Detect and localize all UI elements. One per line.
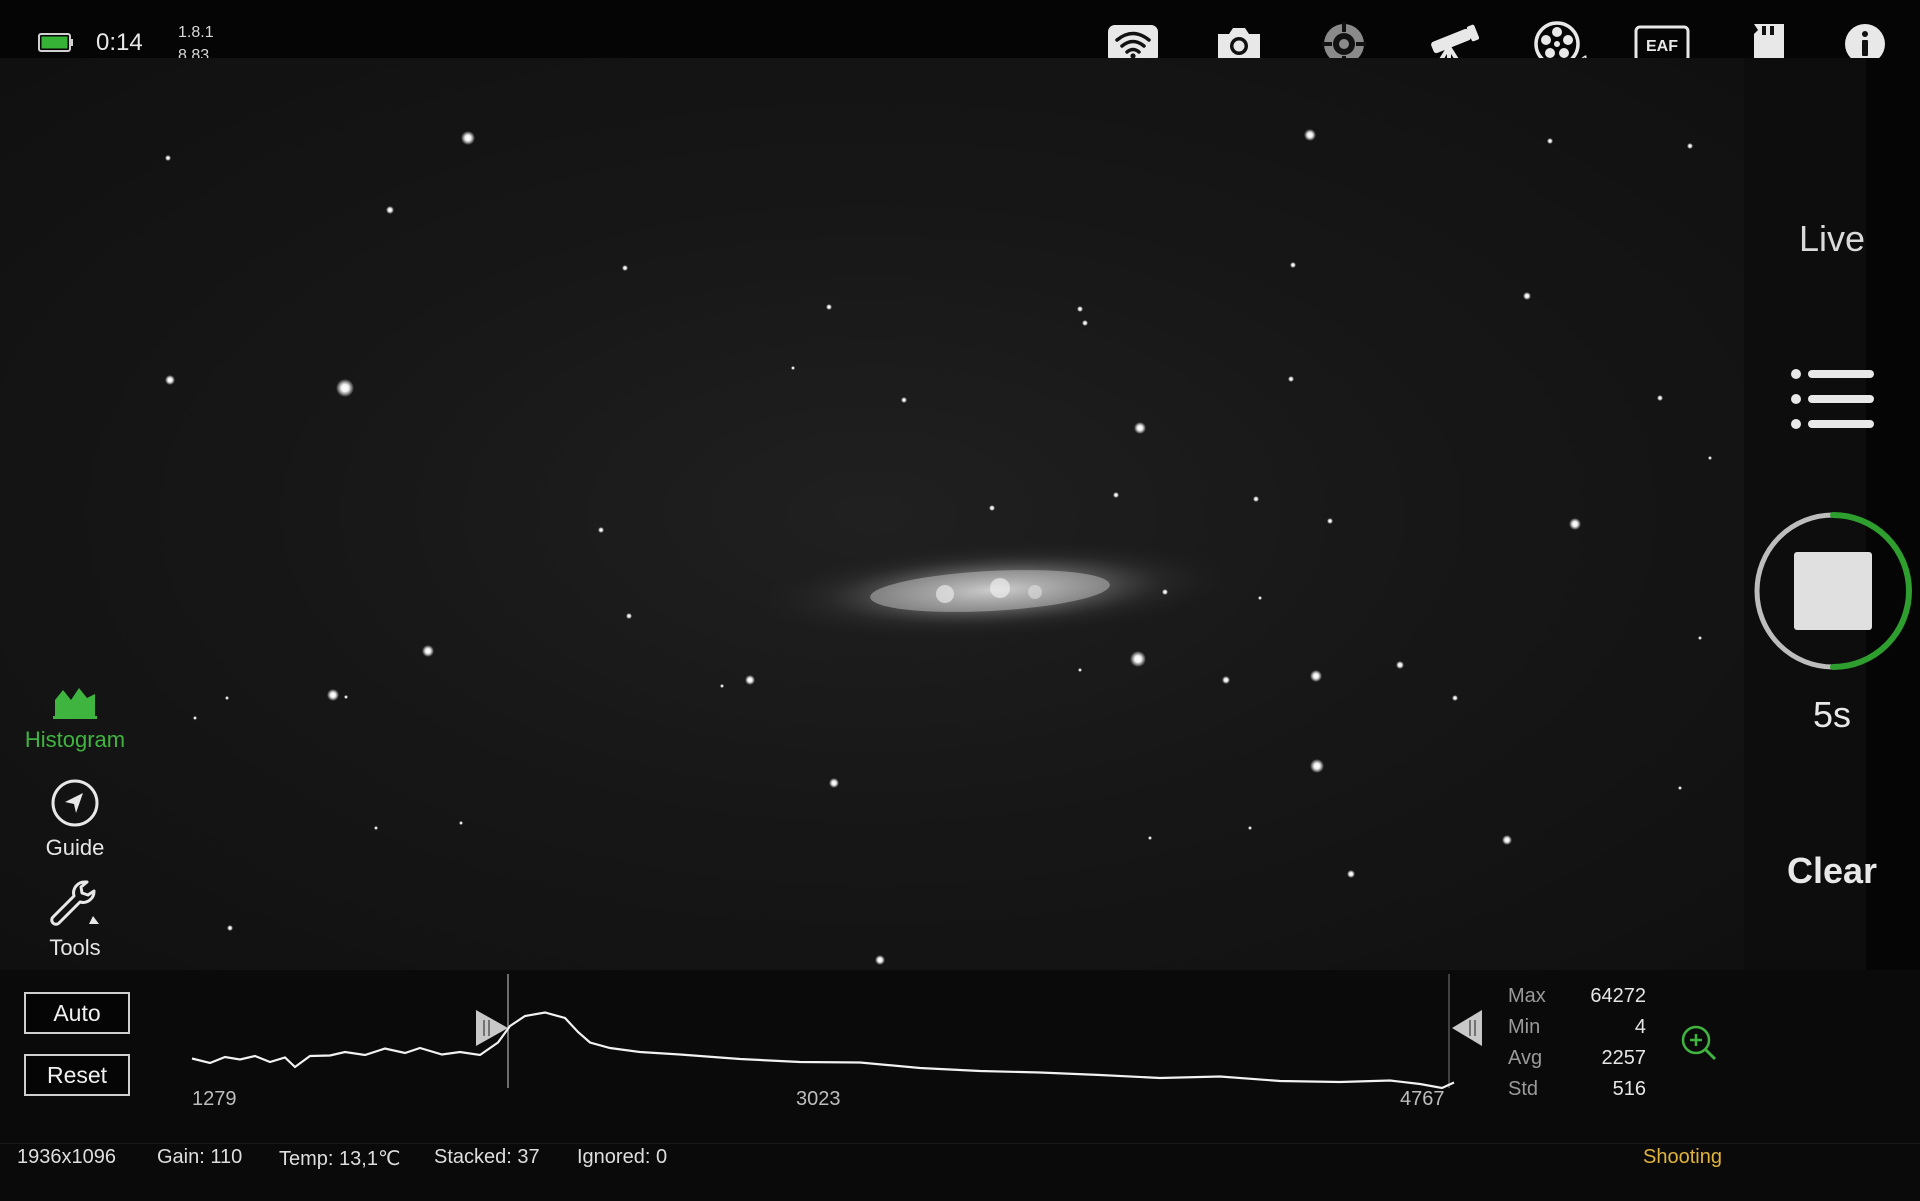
top-status-bar [0,0,1920,59]
star [336,379,354,397]
stat-std-label: Std [1508,1078,1539,1100]
list-menu-icon[interactable] [1788,364,1878,434]
star [1327,518,1333,524]
star [1077,306,1083,312]
histogram-axis-max: 4767 [1400,1088,1445,1110]
histogram-axis-mid: 3023 [796,1088,841,1110]
status-temperature: Temp: 13,1℃ [279,1148,401,1170]
star [1290,262,1296,268]
exposure-time[interactable]: 5s [1744,694,1920,736]
stat-avg-label: Avg [1508,1047,1543,1069]
stat-max-value: 64272 [1590,985,1646,1007]
status-gain: Gain: 110 [157,1146,243,1168]
star [989,505,995,511]
star [622,265,628,271]
star [1304,129,1316,141]
star [165,375,175,385]
histogram-icon [53,688,97,719]
tools-menu[interactable]: Tools [10,878,140,961]
star [1258,596,1262,600]
star [826,304,832,310]
star [327,689,339,701]
star [1130,651,1146,667]
star [1253,496,1259,502]
star [1222,676,1230,684]
star [791,366,795,370]
star [1134,422,1146,434]
battery-icon [38,33,73,52]
star [461,131,475,145]
svg-text:EAF: EAF [1646,38,1678,55]
star [829,778,839,788]
black-point-slider-handle[interactable] [476,1010,508,1046]
histogram-label: Histogram [24,727,126,752]
status-resolution: 1936x1096 [17,1146,116,1168]
auto-stretch-button[interactable]: Auto [24,992,130,1034]
wrench-icon [50,880,99,926]
star [901,397,907,403]
stat-min-value: 4 [1634,1016,1646,1038]
star [875,955,885,965]
status-stacked-count: Stacked: 37 [434,1146,540,1168]
stat-min-label: Min [1508,1016,1541,1038]
histogram-axis-min: 1279 [192,1088,237,1110]
star [1162,589,1168,595]
status-ignored-count: Ignored: 0 [577,1146,668,1168]
star [227,925,233,931]
star [459,821,463,825]
histogram-tool[interactable]: Histogram [10,680,140,753]
star [1523,292,1531,300]
stop-icon [1794,552,1872,630]
star [344,695,348,699]
star [386,206,394,214]
star [165,155,171,161]
histogram-curve [191,1011,1455,1090]
star [1708,456,1712,460]
stop-capture-button[interactable] [1752,510,1914,672]
star [1288,376,1294,382]
star [1547,138,1553,144]
guide-tool[interactable]: Guide [10,778,140,861]
star [225,696,229,700]
star [1310,670,1322,682]
zoom-in-icon[interactable] [1680,1024,1718,1062]
live-stack-image[interactable] [0,58,1744,970]
reset-stretch-button[interactable]: Reset [24,1054,130,1096]
status-shooting-state: Shooting [1643,1146,1722,1168]
guide-label: Guide [45,835,105,860]
stat-std-value: 516 [1612,1078,1646,1100]
star [626,613,632,619]
star [1502,835,1512,845]
star [1148,836,1152,840]
clock-time: 0:14 [96,29,143,56]
star [1687,143,1693,149]
star [422,645,434,657]
star [1082,320,1088,326]
star [1113,492,1119,498]
clear-button[interactable]: Clear [1744,850,1920,892]
version-primary: 1.8.1 [178,24,214,41]
star [1678,786,1682,790]
star [374,826,378,830]
white-point-slider-handle[interactable] [1452,1010,1482,1046]
star [1078,668,1082,672]
live-mode-button[interactable]: Live [1744,218,1920,260]
star [1657,395,1663,401]
star [193,716,197,720]
star [1452,695,1458,701]
compass-navigation-icon [51,779,99,827]
tools-label: Tools [49,935,101,960]
star [720,684,724,688]
star [1698,636,1702,640]
star [1347,870,1355,878]
star [598,527,604,533]
star [1310,759,1324,773]
star [1396,661,1404,669]
star [745,675,755,685]
star [1248,826,1252,830]
stat-avg-value: 2257 [1601,1047,1647,1069]
star [1569,518,1581,530]
stat-max-label: Max [1508,985,1546,1007]
